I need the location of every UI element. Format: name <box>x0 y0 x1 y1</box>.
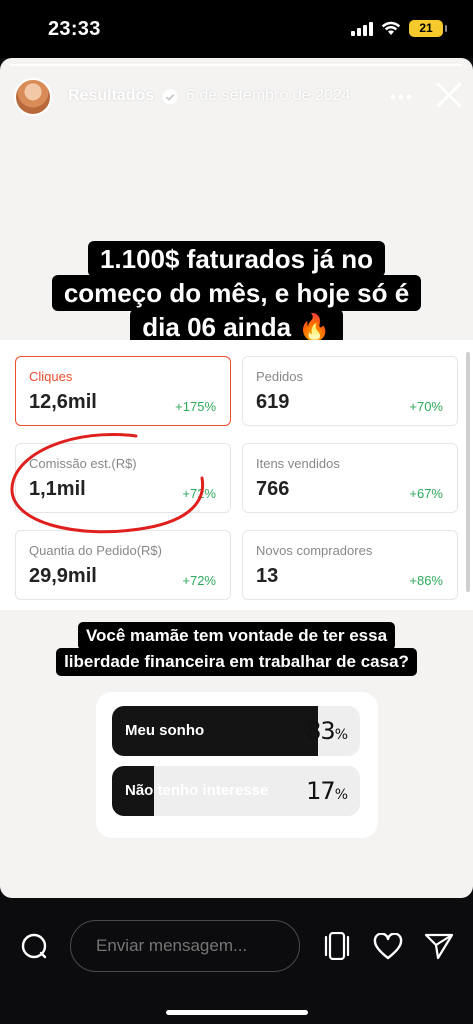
send-icon[interactable] <box>424 932 454 960</box>
status-icons: 21 <box>351 20 447 37</box>
metric-label: Cliques <box>29 369 73 384</box>
message-input[interactable] <box>70 920 300 972</box>
question-line: liberdade financeira em trabalhar de cas… <box>56 648 417 676</box>
poll-percent-value: 83 <box>306 717 336 745</box>
poll-question: Você mamãe tem vontade de ter essa liber… <box>0 622 473 676</box>
avatar[interactable] <box>14 78 52 116</box>
status-bar: 23:33 21 <box>0 0 473 58</box>
metric-card-new-buyers[interactable]: Novos compradores 13 +86% <box>242 530 458 600</box>
metric-value: 12,6mil <box>29 391 97 413</box>
metric-label: Pedidos <box>256 369 303 384</box>
percent-sign: % <box>334 727 348 743</box>
heart-icon[interactable] <box>373 933 403 960</box>
signal-icon <box>351 21 373 36</box>
metric-value: 13 <box>256 565 279 587</box>
battery-level: 21 <box>419 21 433 35</box>
metric-value: 766 <box>256 478 290 500</box>
question-line: Você mamãe tem vontade de ter essa <box>77 622 396 650</box>
status-time: 23:33 <box>48 18 101 40</box>
metric-value: 619 <box>256 391 290 413</box>
poll-option[interactable]: Não tenho interesse 17% <box>112 766 360 816</box>
headline-caption: 1.100$ faturados já no começo do mês, e … <box>0 241 473 345</box>
poll-option-label: Meu sonho <box>125 722 205 739</box>
metric-value: 29,9mil <box>29 565 97 587</box>
headline-line: 1.100$ faturados já no <box>87 241 386 277</box>
multiple-cards-icon[interactable] <box>322 932 352 960</box>
metric-change: +86% <box>409 573 443 588</box>
headline-line: começo do mês, e hoje só é <box>51 275 422 311</box>
wifi-icon <box>381 21 401 35</box>
metric-label: Itens vendidos <box>256 456 340 471</box>
username[interactable]: Resultados <box>68 87 154 105</box>
red-circle-annotation <box>10 433 205 534</box>
reply-bar <box>0 898 473 1024</box>
battery-icon: 21 <box>409 20 447 37</box>
metric-change: +67% <box>409 486 443 501</box>
story-date: 6 de setembro de 2024 <box>186 87 351 104</box>
metric-label: Novos compradores <box>256 543 373 558</box>
close-icon[interactable] <box>434 80 464 110</box>
metric-change: +175% <box>175 399 216 414</box>
percent-sign: % <box>334 787 348 803</box>
metric-card-order-amount[interactable]: Quantia do Pedido(R$) 29,9mil +72% <box>15 530 231 600</box>
more-options-icon[interactable] <box>388 86 414 108</box>
story-header: Resultados 6 de setembro de 2024 <box>0 76 473 120</box>
metric-change: +70% <box>409 399 443 414</box>
poll-option-percent: 83% <box>306 717 348 745</box>
metric-card-items-sold[interactable]: Itens vendidos 766 +67% <box>242 443 458 513</box>
camera-reply-icon[interactable] <box>20 932 48 960</box>
poll-sticker: Meu sonho 83% Não tenho interesse 17% <box>96 692 378 838</box>
poll-option-label: Não tenho interesse <box>125 782 269 799</box>
story-progress-bar <box>10 64 463 66</box>
story-card[interactable]: Resultados 6 de setembro de 2024 1.100$ … <box>0 58 473 898</box>
home-indicator <box>166 1010 308 1015</box>
poll-percent-value: 17 <box>306 777 336 805</box>
metric-label: Quantia do Pedido(R$) <box>29 543 162 558</box>
poll-option-percent: 17% <box>306 777 348 805</box>
poll-option[interactable]: Meu sonho 83% <box>112 706 360 756</box>
panel-scrollbar <box>466 352 470 592</box>
metric-card-orders[interactable]: Pedidos 619 +70% <box>242 356 458 426</box>
metric-card-clicks[interactable]: Cliques 12,6mil +175% <box>15 356 231 426</box>
verified-badge-icon <box>162 89 178 105</box>
metric-change: +72% <box>182 573 216 588</box>
